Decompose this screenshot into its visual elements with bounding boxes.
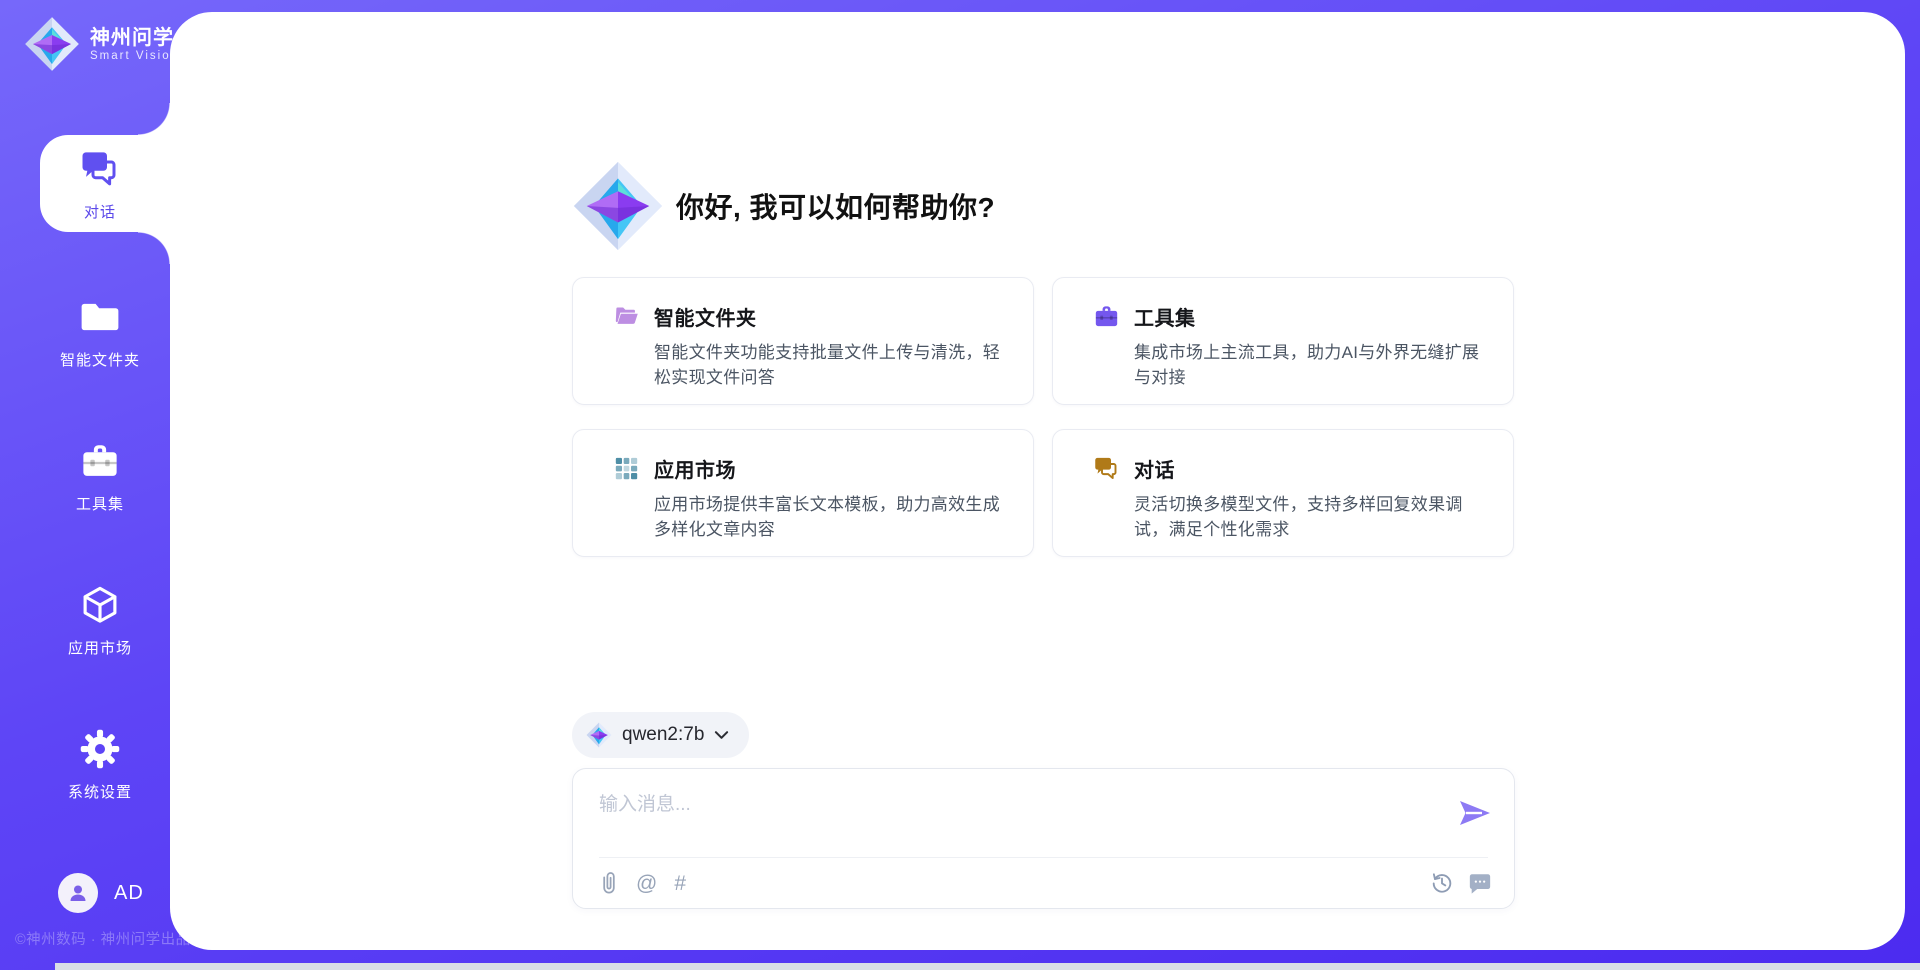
toolbox-icon xyxy=(1093,303,1120,330)
sidebar-item-smart-folder[interactable]: 智能文件夹 xyxy=(15,296,185,370)
gear-icon xyxy=(79,728,121,770)
copyright-text: ©神州数码 · 神州问学出品 xyxy=(15,928,191,949)
window-bottom-edge xyxy=(55,963,1920,970)
sidebar-item-app-market[interactable]: 应用市场 xyxy=(15,584,185,658)
sidebar-item-label: 应用市场 xyxy=(15,637,185,658)
chevron-down-icon xyxy=(714,730,729,740)
message-input[interactable] xyxy=(599,789,1439,847)
card-title: 工具集 xyxy=(1134,302,1196,331)
model-name: qwen2:7b xyxy=(622,724,704,746)
active-tab-fillet-top xyxy=(138,103,170,135)
brand-logo-icon xyxy=(24,16,80,72)
brand-name: 神州问学 xyxy=(90,27,179,50)
hashtag-icon[interactable]: # xyxy=(674,873,686,894)
model-selector[interactable]: qwen2:7b xyxy=(572,712,749,758)
user-initials: AD xyxy=(114,882,144,905)
model-logo-icon xyxy=(586,722,612,748)
card-description: 灵活切换多模型文件，支持多样回复效果调试，满足个性化需求 xyxy=(1134,493,1487,542)
card-title: 智能文件夹 xyxy=(654,302,757,331)
card-title: 对话 xyxy=(1134,454,1175,483)
grid-icon xyxy=(613,455,640,482)
sidebar-item-label: 工具集 xyxy=(15,493,185,514)
chat-icon xyxy=(1093,455,1120,482)
sidebar-item-settings[interactable]: 系统设置 xyxy=(15,728,185,802)
composer-toolbar: @ # xyxy=(599,858,1492,908)
mention-icon[interactable]: @ xyxy=(636,873,657,894)
attachment-icon[interactable] xyxy=(599,871,619,895)
card-description: 集成市场上主流工具，助力AI与外界无缝扩展与对接 xyxy=(1134,341,1487,390)
card-title: 应用市场 xyxy=(654,454,736,483)
card-app-market[interactable]: 应用市场 应用市场提供丰富长文本模板，助力高效生成多样化文章内容 xyxy=(572,429,1034,557)
folder-icon xyxy=(79,296,121,338)
greeting-block: 你好, 我可以如何帮助你? xyxy=(572,160,995,252)
sidebar-item-label: 系统设置 xyxy=(15,781,185,802)
cube-icon xyxy=(79,584,121,626)
toolbox-icon xyxy=(79,440,121,482)
sidebar-item-chat[interactable]: 对话 xyxy=(15,148,185,222)
assistant-logo-icon xyxy=(572,160,664,252)
send-icon[interactable] xyxy=(1458,799,1492,827)
card-description: 智能文件夹功能支持批量文件上传与清洗，轻松实现文件问答 xyxy=(654,341,1007,390)
sidebar-item-toolset[interactable]: 工具集 xyxy=(15,440,185,514)
user-account[interactable]: AD xyxy=(58,873,144,913)
main-panel: 你好, 我可以如何帮助你? 智能文件夹 智能文件夹功能支持批量文件上传与清洗，轻… xyxy=(170,12,1905,950)
sidebar-item-label: 对话 xyxy=(15,201,185,222)
card-toolset[interactable]: 工具集 集成市场上主流工具，助力AI与外界无缝扩展与对接 xyxy=(1052,277,1514,405)
avatar xyxy=(58,873,98,913)
greeting-title: 你好, 我可以如何帮助你? xyxy=(676,186,995,226)
brand-subtitle: Smart Vision xyxy=(90,50,179,62)
chat-icon xyxy=(79,148,121,190)
card-smart-folder[interactable]: 智能文件夹 智能文件夹功能支持批量文件上传与清洗，轻松实现文件问答 xyxy=(572,277,1034,405)
card-chat[interactable]: 对话 灵活切换多模型文件，支持多样回复效果调试，满足个性化需求 xyxy=(1052,429,1514,557)
history-icon[interactable] xyxy=(1430,871,1454,895)
feedback-bubble-icon[interactable] xyxy=(1468,871,1492,895)
person-icon xyxy=(66,881,90,905)
feature-cards: 智能文件夹 智能文件夹功能支持批量文件上传与清洗，轻松实现文件问答 工具集 集成… xyxy=(572,277,1514,557)
sidebar-item-label: 智能文件夹 xyxy=(15,349,185,370)
card-description: 应用市场提供丰富长文本模板，助力高效生成多样化文章内容 xyxy=(654,493,1007,542)
message-composer: @ # xyxy=(572,768,1515,909)
folder-open-icon xyxy=(613,303,640,330)
active-tab-fillet-bottom xyxy=(138,232,170,264)
